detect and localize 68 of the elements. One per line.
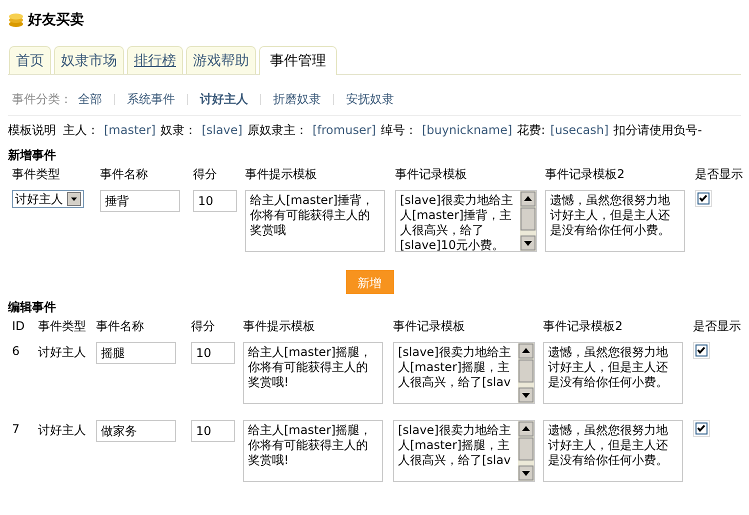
name-field[interactable]: 做家务 <box>96 420 176 442</box>
nav-tab[interactable]: 奴隶市场 <box>54 46 124 74</box>
template-text: 主人： <box>63 122 99 138</box>
column-header: ID <box>12 318 26 335</box>
show-checkbox[interactable] <box>695 190 712 207</box>
template-text: 花费: <box>517 122 546 138</box>
scrollbar-icon[interactable] <box>518 421 534 481</box>
placeholder-variable: [buynickname] <box>422 123 512 137</box>
template-text: 绰号： <box>380 122 417 138</box>
nav-tab[interactable]: 首页 <box>9 46 51 74</box>
event-type-text: 讨好主人 <box>38 422 87 439</box>
show-checkbox[interactable] <box>693 420 710 437</box>
column-header: 事件名称 <box>100 166 149 182</box>
scrollbar-icon[interactable] <box>520 191 536 251</box>
record-template-textarea[interactable]: [slave]很卖力地给主人[master]摇腿，主人很高兴，给了[slav <box>393 342 535 404</box>
section-title: 新增事件 <box>8 147 57 164</box>
column-header: 事件记录模板2 <box>545 166 626 182</box>
column-header: 事件类型 <box>12 166 61 182</box>
record-template-textarea[interactable]: [slave]很卖力地给主人[master]捶背，主人很高兴，给了[slave]10元小费。 <box>395 190 537 252</box>
template-text: 奴隶： <box>160 122 197 138</box>
filter-link[interactable]: 全部 <box>78 90 102 108</box>
event-type-text: 讨好主人 <box>38 344 87 361</box>
hint-template-textarea[interactable]: 给主人[master]摇腿，你将有可能获得主人的奖赏哦! <box>243 420 383 482</box>
score-field[interactable]: 10 <box>191 420 235 442</box>
id-text: 6 <box>12 343 21 358</box>
placeholder-variable: [usecash] <box>550 123 609 137</box>
hint-template-textarea[interactable]: 给主人[master]捶背，你将有可能获得主人的奖赏哦 <box>245 190 385 252</box>
score-field[interactable]: 10 <box>193 190 237 212</box>
record-template-2-textarea[interactable]: 遗憾，虽然您很努力地讨好主人，但是主人还是没有给你任何小费。 <box>543 420 683 482</box>
section-title: 编辑事件 <box>8 299 57 316</box>
column-header: 事件提示模板 <box>245 166 318 182</box>
column-header: 是否显示 <box>693 318 742 334</box>
event-type-select[interactable]: 讨好主人 <box>12 190 84 208</box>
column-header: 是否显示 <box>695 166 744 182</box>
record-template-textarea[interactable]: [slave]很卖力地给主人[master]摇腿，主人很高兴，给了[slav <box>393 420 535 482</box>
filter-link[interactable]: 安抚奴隶 <box>346 90 394 108</box>
nav-tab[interactable]: 排行榜 <box>127 46 183 74</box>
coin-stack-icon <box>8 12 24 28</box>
show-checkbox[interactable] <box>693 342 710 359</box>
scrollbar-icon[interactable] <box>518 343 534 403</box>
nav-tab[interactable]: 事件管理 <box>259 46 337 75</box>
record-template-2-textarea[interactable]: 遗憾，虽然您很努力地讨好主人，但是主人还是没有给你任何小费。 <box>545 190 685 252</box>
placeholder-variable: [slave] <box>202 123 242 137</box>
record-template-2-textarea[interactable]: 遗憾，虽然您很努力地讨好主人，但是主人还是没有给你任何小费。 <box>543 342 683 404</box>
placeholder-variable: [master] <box>104 123 156 137</box>
template-text: 扣分请使用负号- <box>614 122 702 138</box>
nav-tab[interactable]: 游戏帮助 <box>186 46 256 74</box>
hint-template-textarea[interactable]: 给主人[master]摇腿，你将有可能获得主人的奖赏哦! <box>243 342 383 404</box>
template-text: 原奴隶主： <box>247 122 308 138</box>
column-header: 得分 <box>193 166 218 182</box>
score-field[interactable]: 10 <box>191 342 235 364</box>
template-label: 模板说明 <box>8 122 56 138</box>
column-header: 事件记录模板 <box>393 318 466 334</box>
column-header: 事件提示模板 <box>243 318 316 334</box>
filter-link[interactable]: 讨好主人 <box>200 90 248 108</box>
column-header: 事件记录模板 <box>395 166 468 182</box>
id-text: 7 <box>12 421 21 436</box>
column-header: 事件名称 <box>96 318 145 334</box>
name-field[interactable]: 摇腿 <box>96 342 176 364</box>
placeholder-variable: [fromuser] <box>312 123 376 137</box>
name-field[interactable]: 捶背 <box>100 190 180 212</box>
column-header: 事件记录模板2 <box>543 318 624 334</box>
column-header: 得分 <box>191 318 216 334</box>
column-header: 事件类型 <box>38 318 87 334</box>
app-title: 好友买卖 <box>28 11 84 29</box>
filter-link[interactable]: 折磨奴隶 <box>273 90 321 108</box>
filter-link[interactable]: 系统事件 <box>127 90 175 108</box>
filter-label: 事件分类： <box>12 90 72 108</box>
